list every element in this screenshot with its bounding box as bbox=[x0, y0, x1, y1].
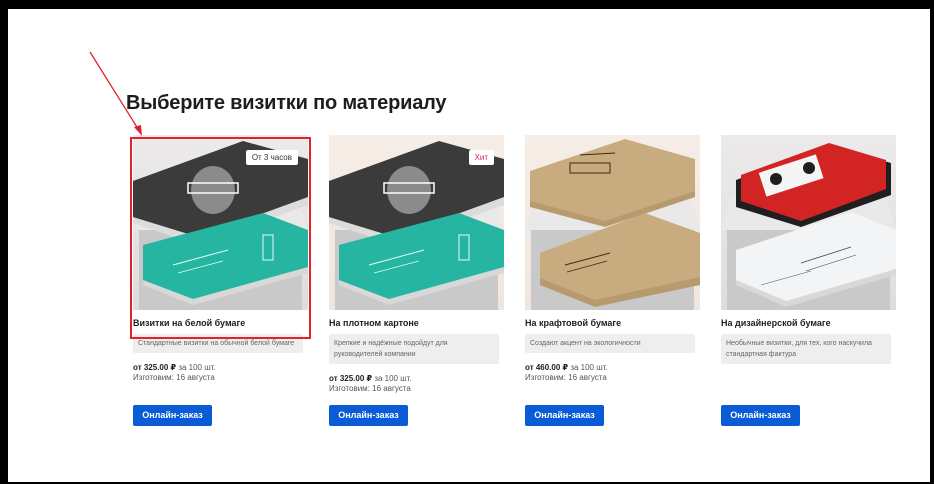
red-arrow-icon bbox=[89, 51, 142, 136]
